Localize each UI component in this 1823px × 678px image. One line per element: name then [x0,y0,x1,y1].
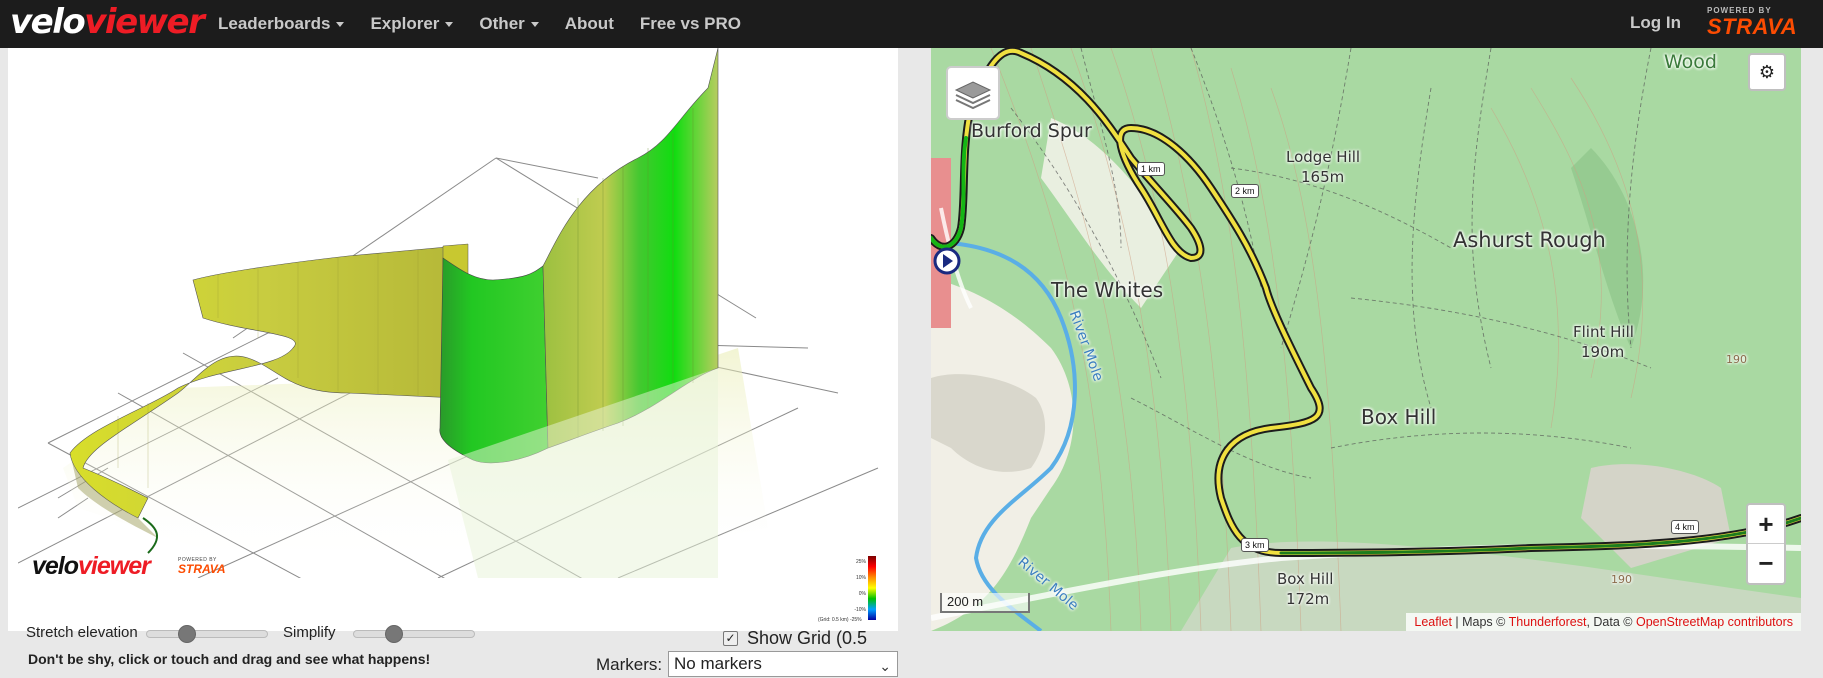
map-attribution: Leaflet | Maps © Thunderforest, Data © O… [1406,613,1801,631]
scene-logo-velo: velo [32,552,79,578]
strava-logo-text: STRAVA [1707,14,1798,39]
stretch-elevation-slider[interactable] [146,625,268,643]
markers-selected-value: No markers [674,654,762,673]
scene-veloviewer-logo: velo viewer [32,552,151,578]
gear-icon: ⚙ [1758,62,1776,82]
zoom-in-button[interactable]: + [1748,505,1784,544]
zoom-control: + − [1746,503,1786,585]
veloviewer-logo[interactable]: velo viewer [10,2,205,46]
nav-free-vs-pro[interactable]: Free vs PRO [640,14,741,34]
legend-tick: -10% [854,607,866,613]
elevation-3d-canvas[interactable]: velo viewer POWERED BY STRAVA [18,48,894,578]
layers-icon [954,81,992,110]
show-grid-checkbox[interactable]: ✓ [723,631,738,646]
scene-strava-text: STRAVA [178,562,226,576]
map-label-box-hill-peak: Box Hill [1277,570,1334,588]
elevation-3d-graphic [18,48,879,578]
grid-caption-text: (Grid: 0.5 km) [818,617,849,623]
scene-logo-viewer: viewer [78,552,151,578]
logo-velo-text: velo [10,2,86,42]
simplify-slider[interactable] [353,625,475,643]
nav-about-label: About [564,14,614,33]
grid-caption: (Grid: 0.5 km) -25% [818,617,862,623]
legend-tick: 0% [858,591,866,597]
attribution-sep-2: , Data © [1586,615,1636,629]
stretch-elevation-thumb[interactable] [178,625,196,643]
km-marker[interactable]: 2 km [1231,184,1259,198]
map-label-box-hill: Box Hill [1361,405,1437,429]
map-label-wood: Wood [1664,51,1717,73]
osm-link[interactable]: OpenStreetMap contributors [1636,615,1793,629]
markers-label: Markers: [596,655,663,674]
map-label-lodge-hill-elev: 165m [1301,168,1345,186]
logo-viewer-text: viewer [84,2,205,42]
nav-explorer-label: Explorer [370,14,440,33]
map-label-the-whites: The Whites [1051,278,1164,302]
map-label-flint-hill: Flint Hill [1573,323,1634,341]
km-marker[interactable]: 4 km [1671,520,1699,534]
km-marker[interactable]: 1 km [1137,162,1165,176]
map-label-contour: 190 [1726,353,1747,366]
scene-strava-logo: POWERED BY STRAVA [178,557,226,575]
caret-down-icon [445,21,454,27]
nav-about[interactable]: About [565,14,614,34]
legend-bottom-tick: -25% [849,617,862,623]
map-label-flint-hill-elev: 190m [1581,343,1625,361]
legend-tick: 25% [855,559,866,565]
stretch-elevation-label: Stretch elevation [26,624,138,641]
map-label-lodge-hill: Lodge Hill [1286,148,1361,166]
map-label-box-hill-elev: 172m [1286,590,1330,608]
caret-down-icon [530,21,539,27]
nav-explorer[interactable]: Explorer [370,14,454,34]
map-label-burford-spur: Burford Spur [971,120,1092,142]
elevation-3d-panel: velo viewer POWERED BY STRAVA 25% 10% 0% … [8,48,898,677]
map-settings-button[interactable]: ⚙ [1748,53,1786,91]
thunderforest-link[interactable]: Thunderforest [1509,615,1587,629]
zoom-out-button[interactable]: − [1748,544,1784,583]
attribution-sep-1: | Maps © [1451,615,1509,629]
nav-leaderboards[interactable]: Leaderboards [218,14,345,34]
legend-tick: 10% [855,575,866,581]
simplify-thumb[interactable] [385,625,403,643]
km-marker[interactable]: 3 km [1241,538,1269,552]
nav-other[interactable]: Other [479,14,539,34]
login-link[interactable]: Log In [1630,13,1681,33]
layers-button[interactable] [946,66,1000,120]
top-navbar: velo viewer Leaderboards Explorer Other A… [0,0,1823,48]
chevron-down-icon: ⌄ [879,658,891,674]
scene-controls: Stretch elevation Simplify Don't be shy,… [18,624,898,677]
interaction-hint: Don't be shy, click or touch and drag an… [28,651,431,667]
map-label-ashurst-rough: Ashurst Rough [1453,228,1606,252]
nav-menu: Leaderboards Explorer Other About Free v… [218,0,767,48]
powered-by-strava[interactable]: POWERED BY STRAVA [1707,6,1797,39]
map-label-contour: 190 [1611,573,1632,586]
markers-select[interactable]: No markers ⌄ [668,651,898,677]
route-map[interactable]: ⚙ Wood Burford Spur Lodge Hill 165m Ashu… [931,48,1801,631]
nav-other-label: Other [479,14,525,33]
leaflet-link[interactable]: Leaflet [1414,615,1452,629]
gradient-legend-labels: 25% 10% 0% -10% [846,554,866,618]
gradient-legend-bar [868,556,876,620]
caret-down-icon [336,21,345,27]
nav-free-vs-pro-label: Free vs PRO [639,14,741,33]
map-scale-bar: 200 m [940,593,1030,613]
nav-leaderboards-label: Leaderboards [218,14,331,33]
simplify-label: Simplify [283,624,336,641]
